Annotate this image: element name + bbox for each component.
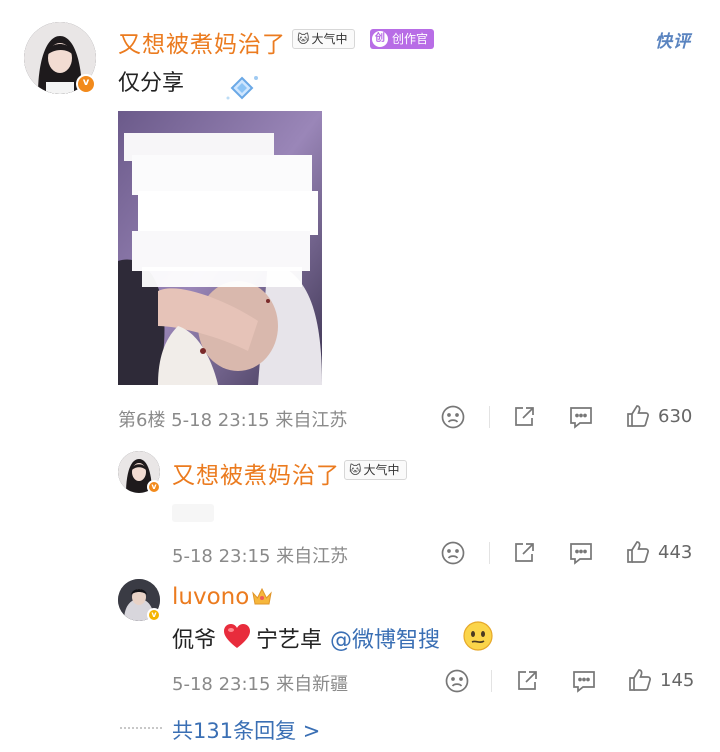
share-icon[interactable] [511,404,537,430]
thumbs-up-icon[interactable] [624,402,652,430]
reply-text-name: 宁艺卓 [256,628,323,653]
like-count: 443 [658,542,693,563]
mention-link[interactable]: @微博智搜 [330,622,440,654]
share-icon[interactable] [511,540,537,566]
crown-icon [250,584,274,608]
reply-text: 侃爷 [172,628,217,653]
thumbs-up-icon[interactable] [626,666,654,694]
comment-icon[interactable] [567,404,595,430]
dotted-divider [120,727,162,729]
reply-username[interactable]: 又想被煮妈治了 [172,456,340,490]
verified-badge-icon: v [147,480,161,494]
more-replies-link[interactable]: 共131条回复 > [172,715,320,745]
action-divider [489,406,490,428]
comment-icon[interactable] [567,540,595,566]
main-comment-meta: 第6楼 5-18 23:15 来自江苏 [118,410,348,431]
action-divider [491,670,492,692]
like-count: 630 [658,406,693,427]
quick-comment-button[interactable]: 快评 [655,27,691,52]
like-count: 145 [660,670,695,691]
user-tag: 🐱 大气中 [344,459,407,480]
dislike-face-icon[interactable] [440,540,466,566]
action-divider [489,542,490,564]
creator-badge: 创创作官 [370,28,435,49]
heart-emoji-icon [222,622,252,650]
thinking-face-emoji-icon [462,620,494,652]
main-username[interactable]: 又想被煮妈治了 [118,25,286,59]
reply-meta: 5-18 23:15 来自江苏 [172,546,349,567]
share-icon[interactable] [514,668,540,694]
comment-icon[interactable] [570,668,598,694]
reply-hidden-content [172,504,214,522]
reply-meta: 5-18 23:15 来自新疆 [172,674,349,695]
main-comment-text: 仅分享 [118,71,185,96]
user-tag: 🐱 大气中 [292,28,355,49]
reply-username[interactable]: luvono [172,584,249,610]
comment-image[interactable] [118,111,322,385]
sparkle-sticker-icon [222,72,264,106]
thumbs-up-icon[interactable] [624,538,652,566]
cat-icon: 🐱 [297,32,310,46]
dislike-face-icon[interactable] [440,404,466,430]
cat-icon: 🐱 [349,463,362,477]
dislike-face-icon[interactable] [444,668,470,694]
verified-badge-icon: v [76,74,96,94]
creator-icon: 创 [372,31,388,47]
verified-badge-icon: v [147,608,161,622]
